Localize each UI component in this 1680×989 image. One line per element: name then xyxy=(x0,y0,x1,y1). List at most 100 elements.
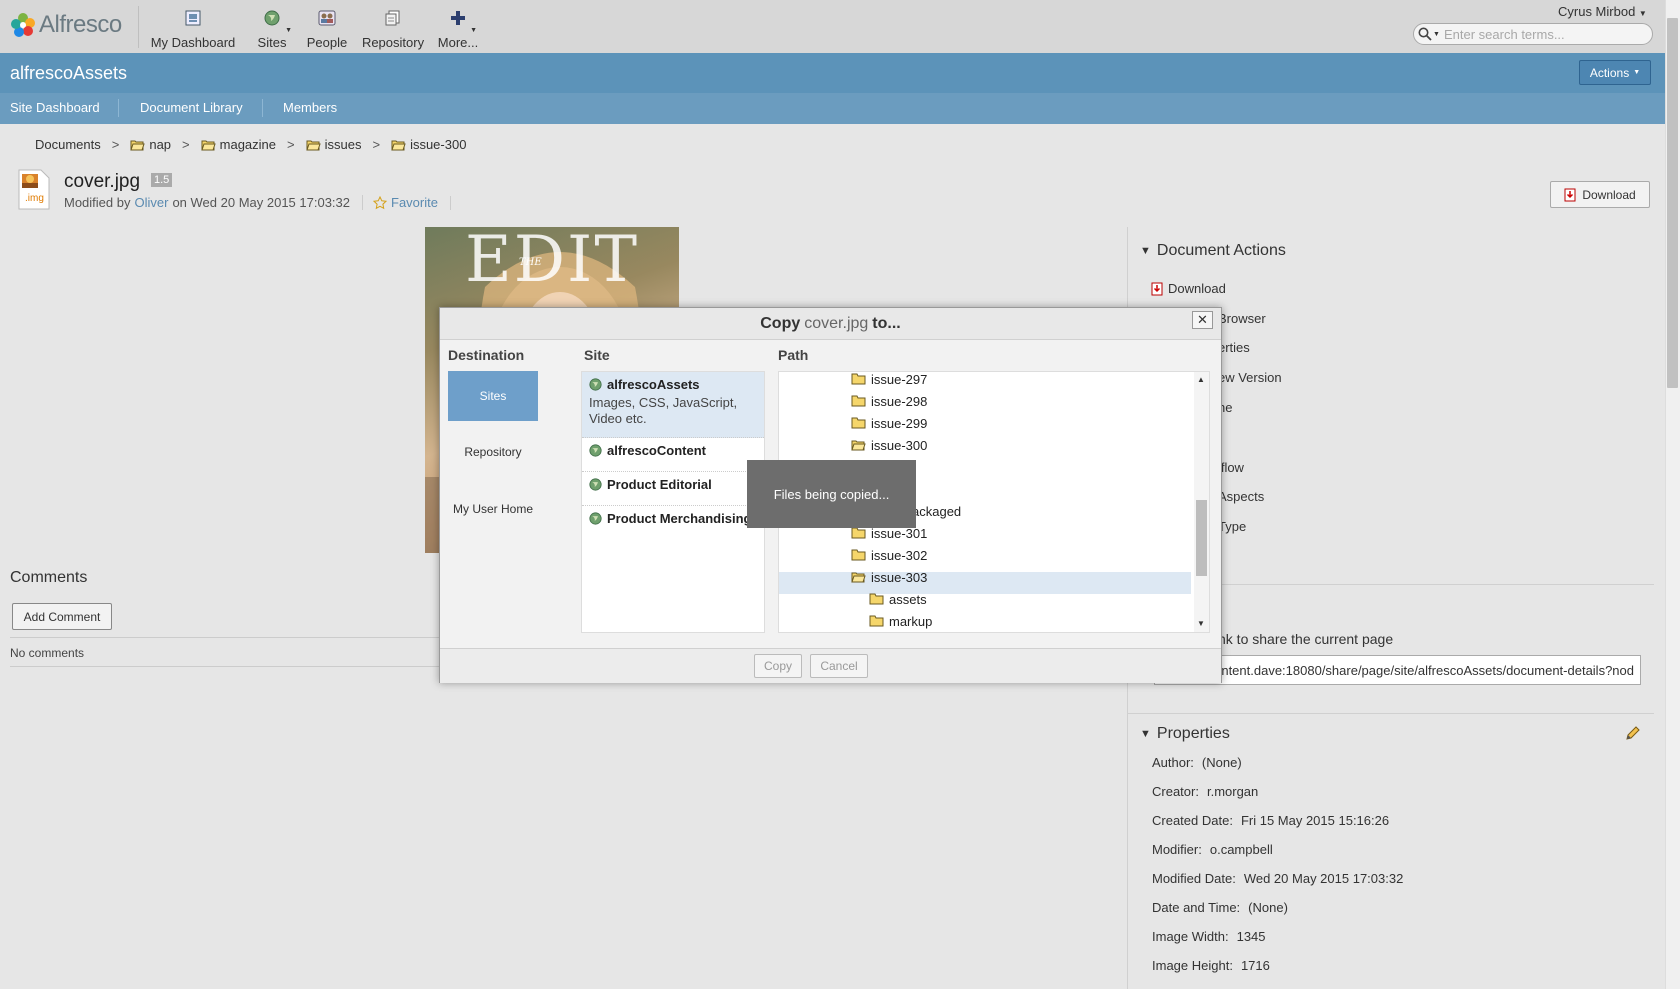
property-value: 1345 xyxy=(1236,929,1266,944)
scroll-up-icon[interactable]: ▲ xyxy=(1197,375,1205,384)
copy-progress-message: Files being copied... xyxy=(747,460,916,528)
action-upload-new-version[interactable]: ew Version xyxy=(1218,370,1282,385)
property-value: Fri 15 May 2015 15:16:26 xyxy=(1240,813,1390,828)
property-creator: Creator: r.morgan xyxy=(1152,784,1258,799)
comments-title: Comments xyxy=(10,569,88,586)
nav-repository[interactable]: Repository xyxy=(362,8,424,50)
tree-item-issue-300[interactable]: issue-300 xyxy=(851,434,927,456)
tree-scrollbar-thumb[interactable] xyxy=(1196,500,1207,576)
site-item-alfrescoassets[interactable]: alfrescoAssets Images, CSS, JavaScript, … xyxy=(582,372,764,438)
user-name: Cyrus Mirbod xyxy=(1558,4,1636,19)
search-box[interactable]: ▼ xyxy=(1413,23,1653,45)
action-view-in-browser[interactable]: Browser xyxy=(1218,311,1266,326)
chevron-down-icon: ▼ xyxy=(470,27,477,34)
app-header: Alfresco My Dashboard ▼ Sites People Rep… xyxy=(0,0,1665,53)
properties-header[interactable]: ▼ Properties xyxy=(1140,725,1230,743)
alfresco-logo[interactable]: Alfresco xyxy=(10,8,122,42)
globe-icon xyxy=(589,444,602,457)
preview-masthead: EDIT xyxy=(465,227,639,297)
document-actions-header[interactable]: ▼ Document Actions xyxy=(1140,242,1286,260)
breadcrumb-item-issue-300[interactable]: issue-300 xyxy=(391,137,466,152)
property-value: o.campbell xyxy=(1209,842,1273,857)
property-modified-date: Modified Date: Wed 20 May 2015 17:03:32 xyxy=(1152,871,1403,886)
folder-icon xyxy=(851,527,866,539)
image-file-icon: .img xyxy=(17,169,51,211)
chevron-down-icon: ▼ xyxy=(1433,30,1440,38)
site-title[interactable]: alfrescoAssets xyxy=(10,63,127,84)
tree-scrollbar[interactable]: ▲ ▼ xyxy=(1194,372,1209,632)
action-manage-aspects[interactable]: Aspects xyxy=(1218,489,1264,504)
modifier-link[interactable]: Oliver xyxy=(134,195,168,210)
user-menu[interactable]: Cyrus Mirbod ▼ xyxy=(1558,4,1647,19)
plus-icon: ▼ xyxy=(451,8,477,34)
download-icon xyxy=(1151,282,1163,295)
tree-item-issue-302[interactable]: issue-302 xyxy=(851,544,927,566)
site-item-alfrescocontent[interactable]: alfrescoContent xyxy=(582,438,764,472)
breadcrumb-item-nap[interactable]: nap xyxy=(130,137,171,152)
tree-item-markup[interactable]: markup xyxy=(869,610,932,632)
add-comment-button[interactable]: Add Comment xyxy=(12,603,112,630)
tree-label: issue-303 xyxy=(871,569,928,585)
breadcrumb-separator: > xyxy=(372,137,381,152)
search-icon[interactable]: ▼ xyxy=(1414,27,1444,41)
edit-properties-pencil-icon[interactable] xyxy=(1625,725,1641,741)
site-item-product-merchandising[interactable]: Product Merchandising xyxy=(582,506,764,540)
share-link-field[interactable]: ontent.dave:18080/share/page/site/alfres… xyxy=(1154,655,1641,685)
destination-sites[interactable]: Sites xyxy=(448,371,538,421)
cancel-button[interactable]: Cancel xyxy=(810,654,868,678)
tree-item-issue-298[interactable]: issue-298 xyxy=(851,390,927,412)
tree-item-issue-297[interactable]: issue-297 xyxy=(851,372,927,390)
nav-people[interactable]: People xyxy=(305,8,349,50)
download-button[interactable]: Download xyxy=(1550,181,1650,208)
breadcrumb-item-magazine[interactable]: magazine xyxy=(200,137,277,152)
nav-my-dashboard[interactable]: My Dashboard xyxy=(146,8,240,50)
logo-text: Alfresco xyxy=(39,11,122,38)
site-navigation: Site Dashboard Document Library Members xyxy=(0,93,1665,124)
property-date-and-time: Date and Time: (None) xyxy=(1152,900,1288,915)
favorite-toggle[interactable]: Favorite xyxy=(362,195,438,210)
breadcrumb-item-documents[interactable]: Documents xyxy=(35,137,101,152)
destination-repository[interactable]: Repository xyxy=(448,427,538,477)
folder-open-icon xyxy=(391,140,406,150)
people-icon xyxy=(318,8,336,28)
action-download[interactable]: Download xyxy=(1151,281,1226,296)
action-edit-properties[interactable]: erties xyxy=(1218,340,1250,355)
property-label: Created Date: xyxy=(1152,813,1233,828)
tree-item-issue-299[interactable]: issue-299 xyxy=(851,412,927,434)
tab-members[interactable]: Members xyxy=(283,100,337,115)
copy-button[interactable]: Copy xyxy=(754,654,802,678)
property-label: Image Height: xyxy=(1152,958,1233,973)
modified-by-prefix: Modified by xyxy=(64,195,131,210)
scroll-down-icon[interactable]: ▼ xyxy=(1197,619,1205,628)
meta-divider xyxy=(449,195,451,210)
property-author: Author: (None) xyxy=(1152,755,1242,770)
tree-item-packaged-partial[interactable]: ackaged xyxy=(912,500,961,522)
action-change-type[interactable]: Type xyxy=(1218,519,1246,534)
site-actions-button[interactable]: Actions ▼ xyxy=(1579,60,1651,85)
tree-item-assets[interactable]: assets xyxy=(869,588,927,610)
path-header: Path xyxy=(778,347,809,363)
tree-label: issue-299 xyxy=(871,415,928,431)
destination-my-user-home[interactable]: My User Home xyxy=(448,484,538,534)
dialog-title-suffix: to... xyxy=(872,314,901,332)
breadcrumb-item-issues[interactable]: issues xyxy=(305,137,361,152)
share-link-label: nk to share the current page xyxy=(1218,631,1394,647)
property-label: Modifier: xyxy=(1152,842,1202,857)
close-icon[interactable]: ✕ xyxy=(1192,311,1213,329)
breadcrumb-label: magazine xyxy=(219,137,277,152)
nav-more[interactable]: ▼ More... xyxy=(438,8,478,50)
tab-site-dashboard[interactable]: Site Dashboard xyxy=(10,100,100,115)
page-scrollbar-thumb[interactable] xyxy=(1667,18,1678,388)
breadcrumb-separator: > xyxy=(287,137,295,152)
nav-sites[interactable]: ▼ Sites xyxy=(252,8,292,50)
site-item-product-editorial[interactable]: Product Editorial xyxy=(582,472,764,506)
tree-item-issue-303[interactable]: issue-303 xyxy=(851,566,927,588)
panel-divider xyxy=(1127,713,1654,714)
tree-selection-highlight xyxy=(779,572,1191,594)
header-divider xyxy=(138,6,139,48)
document-meta: Modified by Oliver on Wed 20 May 2015 17… xyxy=(64,195,451,210)
site-name: Product Editorial xyxy=(607,477,712,492)
globe-icon: ▼ xyxy=(264,8,292,34)
search-input[interactable] xyxy=(1444,26,1642,42)
tab-document-library[interactable]: Document Library xyxy=(140,100,243,115)
